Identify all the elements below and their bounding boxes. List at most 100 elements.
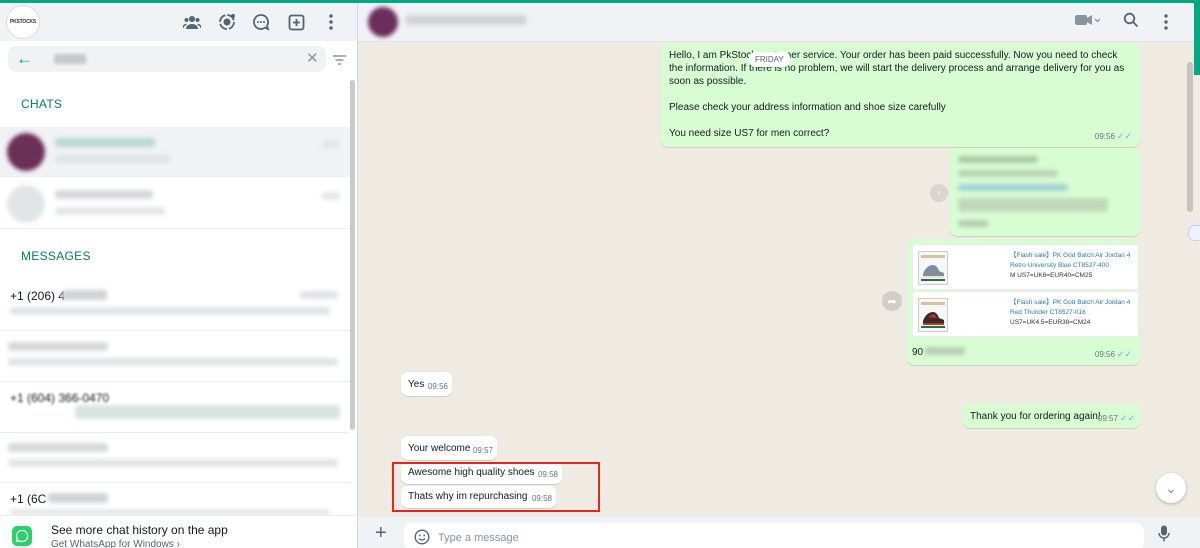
message-bubble-incoming[interactable]: Yes 09:56 [401, 372, 452, 396]
message-text: Your welcome [408, 443, 471, 454]
message-result[interactable]: +1 (206) 4 [0, 281, 350, 331]
message-text: Hello, I am PkStock customer service. Yo… [669, 50, 1125, 87]
forward-icon[interactable]: ◦ [930, 184, 948, 202]
search-row: ← ✕ [0, 42, 357, 76]
message-text: You need size US7 for men correct? [669, 128, 830, 139]
message-meta: 09:57 ✓✓ [1098, 412, 1135, 425]
product-info: 【Flash sale】PK God Batch Air Jordan 4 Re… [1010, 251, 1138, 281]
message-input[interactable]: Type a message [404, 523, 1144, 548]
logo-text: PKSTOCKS [9, 19, 37, 25]
message-bubble-outgoing[interactable]: Thank you for ordering again! 09:57 ✓✓ [963, 404, 1140, 428]
message-meta: 09:56 ✓✓ [1095, 130, 1132, 143]
message-snippet [8, 358, 338, 366]
conversation-header[interactable] [358, 3, 1200, 42]
product-title: 【Flash sale】PK God Batch Air Jordan 4 Re… [1010, 252, 1131, 269]
product-size: US7=UK4.5=EUR38=CM24 [1010, 319, 1091, 326]
contact-name [406, 15, 526, 25]
search-input[interactable]: ← ✕ [8, 46, 326, 72]
message-text: Thank you for ordering again! [970, 411, 1101, 422]
emoji-icon[interactable] [414, 529, 430, 548]
message-result[interactable]: +1 (604) 366-0470 [0, 383, 350, 433]
message-meta: 09:56 ✓✓ [1095, 348, 1132, 361]
caption-text: 90 [912, 347, 924, 358]
read-ticks-icon: ✓✓ [1116, 131, 1132, 141]
menu-icon[interactable] [1164, 14, 1168, 35]
promo-title: See more chat history on the app [51, 523, 228, 537]
chat-time [322, 192, 340, 200]
extension-badge[interactable] [1188, 225, 1200, 241]
date-chip: FRIDAY [749, 52, 790, 67]
get-app-banner[interactable]: See more chat history on the app Get Wha… [0, 515, 357, 548]
messages-section-label: MESSAGES [21, 249, 91, 263]
product-size: M US7=UK6=EUR40=CM25 [1010, 272, 1093, 279]
contact-redaction [48, 493, 108, 503]
message-text: Please check your address information an… [669, 102, 946, 113]
message-result[interactable] [0, 433, 350, 483]
product-card[interactable]: 【Flash sale】PK God Batch Air Jordan 4 Re… [912, 291, 1139, 337]
product-title: 【Flash sale】PK God Batch Air Jordan 4 Re… [1010, 299, 1131, 316]
message-time: 09:56 [1094, 350, 1115, 359]
highlight-annotation [392, 462, 600, 512]
menu-icon[interactable] [320, 11, 342, 33]
search-icon[interactable] [1123, 12, 1139, 33]
forward-icon[interactable]: ➦ [882, 291, 902, 311]
contact-redaction [8, 443, 108, 452]
get-whatsapp-link-text: Get WhatsApp for Windows [51, 539, 174, 548]
message-bubble-outgoing[interactable]: Hello, I am PkStock customer service. Yo… [661, 43, 1140, 147]
message-time: 09:57 [472, 446, 493, 455]
message-time: 09:56 [1094, 132, 1115, 141]
plus-icon[interactable]: + [375, 523, 387, 543]
search-value [54, 54, 86, 64]
profile-avatar[interactable]: PKSTOCKS [6, 5, 40, 39]
contact-redaction [62, 290, 107, 300]
conversation-scrollbar[interactable] [1187, 62, 1193, 212]
mic-icon[interactable] [1158, 525, 1170, 547]
chat-name [55, 190, 153, 199]
shoe-image [918, 298, 948, 332]
message-time: 09:57 [1097, 414, 1118, 423]
chat-item[interactable] [0, 127, 350, 177]
status-icon[interactable] [216, 11, 238, 33]
message-snippet [10, 307, 330, 315]
get-whatsapp-link[interactable]: Get WhatsApp for Windows › [51, 539, 180, 548]
chat-preview [55, 155, 170, 163]
sidebar-scrollbar[interactable] [350, 80, 355, 430]
chat-time [322, 140, 340, 148]
video-call-icon[interactable] [1074, 13, 1101, 32]
message-snippet [8, 459, 338, 467]
back-arrow-icon[interactable]: ← [16, 49, 33, 69]
contact-avatar[interactable] [368, 7, 398, 37]
conversation-panel: Hello, I am PkStock customer service. Yo… [358, 0, 1200, 548]
shoe-image [918, 251, 948, 285]
filter-icon[interactable] [333, 52, 346, 70]
new-chat-icon[interactable] [285, 11, 307, 33]
caption-redaction [925, 347, 966, 355]
channels-icon[interactable] [250, 11, 272, 33]
blurred-text [958, 170, 1058, 177]
window-edge-accent [1194, 3, 1200, 75]
top-accent-line [0, 0, 1200, 3]
communities-icon[interactable] [181, 11, 203, 33]
chat-item[interactable] [0, 179, 350, 229]
message-contact: +1 (6C [10, 492, 47, 506]
clear-icon[interactable]: ✕ [306, 49, 319, 69]
message-bubble-incoming[interactable]: Your welcome 09:57 [401, 436, 497, 460]
blurred-text [958, 220, 988, 227]
message-bubble-outgoing[interactable] [950, 148, 1140, 236]
chats-section-label: CHATS [21, 97, 63, 111]
message-bubble-products[interactable]: 【Flash sale】PK God Batch Air Jordan 4 Re… [907, 239, 1140, 365]
message-time: 09:56 [427, 382, 448, 391]
read-ticks-icon: ✓✓ [1116, 349, 1132, 359]
blurred-link [958, 184, 1068, 191]
message-text: Yes [408, 379, 425, 390]
product-card[interactable]: 【Flash sale】PK God Batch Air Jordan 4 Re… [912, 244, 1139, 290]
scroll-down-icon[interactable]: ⌄ [1156, 473, 1186, 503]
blurred-text [958, 156, 1038, 163]
product-info: 【Flash sale】PK God Batch Air Jordan 4 Re… [1010, 298, 1138, 328]
message-contact: +1 (604) 366-0470 [10, 391, 110, 405]
sidebar: PKSTOCKS ← ✕ CHATS MESSAGES +1 (206) 4 +… [0, 0, 358, 548]
contact-redaction [8, 342, 108, 351]
sidebar-header: PKSTOCKS [0, 3, 357, 41]
message-date [300, 291, 338, 299]
message-result[interactable] [0, 332, 350, 382]
